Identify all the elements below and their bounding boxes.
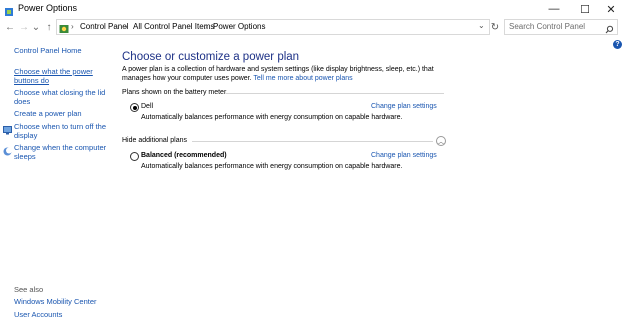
sidebar-item-label: Choose what closing the lid	[14, 88, 106, 97]
monitor-icon	[3, 122, 12, 135]
forward-button[interactable]: →	[18, 20, 30, 34]
title-bar	[0, 0, 624, 18]
help-button[interactable]: ?	[613, 40, 622, 49]
close-button[interactable]: ✕	[597, 0, 624, 18]
page-title: Choose or customize a power plan	[122, 51, 300, 63]
breadcrumb-all-items[interactable]: All Control Panel Items	[133, 22, 214, 31]
plan-dell-name[interactable]: Dell	[141, 103, 153, 110]
maximize-button[interactable]: ☐	[571, 0, 599, 18]
collapse-chevron-icon[interactable]: ︿	[436, 136, 446, 146]
hide-plans-label[interactable]: Hide additional plans	[122, 137, 187, 144]
address-dropdown-icon[interactable]: ⌄	[478, 21, 485, 30]
sidebar-item-closing-lid[interactable]: Choose what closing the lid does	[14, 88, 105, 106]
recent-locations-button[interactable]: ⌄	[30, 20, 42, 34]
breadcrumb-separator: ›	[205, 22, 208, 31]
sidebar-item-label: Change when the computer	[14, 143, 107, 152]
search-icon[interactable]	[605, 21, 614, 34]
sidebar-item-power-buttons[interactable]: Choose what the power buttons do	[14, 67, 93, 85]
plan-dell-radio[interactable]	[130, 103, 139, 112]
sidebar-item-label: Create a power plan	[14, 109, 82, 118]
sidebar-item-create-plan[interactable]: Create a power plan	[14, 109, 82, 118]
plan-dell-change-settings-link[interactable]: Change plan settings	[371, 103, 437, 110]
sidebar-item-computer-sleeps[interactable]: Change when the computer sleeps	[14, 143, 106, 161]
sidebar-item-label: does	[14, 97, 31, 106]
sleep-icon	[3, 143, 12, 156]
minimize-button[interactable]: —	[540, 0, 568, 18]
up-button[interactable]: ↑	[43, 20, 55, 34]
sidebar-item-label: sleeps	[14, 152, 36, 161]
see-also-title: See also	[14, 285, 44, 294]
window-title: Power Options	[18, 3, 78, 13]
breadcrumb-power-options[interactable]: Power Options	[213, 22, 265, 31]
divider	[192, 141, 433, 142]
breadcrumb-separator: ›	[125, 22, 128, 31]
control-panel-icon	[59, 21, 69, 33]
refresh-button[interactable]: ↻	[489, 19, 501, 35]
plan-balanced-description: Automatically balances performance with …	[141, 163, 403, 170]
plan-dell-description: Automatically balances performance with …	[141, 114, 403, 121]
windows-mobility-center-link[interactable]: Windows Mobility Center	[14, 297, 97, 306]
sidebar-item-label: Choose when to turn off the	[14, 122, 107, 131]
tell-me-more-link[interactable]: Tell me more about power plans	[253, 75, 352, 82]
search-placeholder: Search Control Panel	[509, 22, 586, 31]
sidebar-item-label: Choose what the power	[14, 67, 93, 76]
plans-section-label: Plans shown on the battery meter	[122, 89, 227, 96]
control-panel-home-link[interactable]: Control Panel Home	[14, 46, 82, 55]
breadcrumb-separator: ›	[71, 22, 74, 31]
power-options-icon	[4, 4, 14, 16]
plan-balanced-radio[interactable]	[130, 152, 139, 161]
page-description: A power plan is a collection of hardware…	[122, 66, 452, 83]
back-button[interactable]: ←	[4, 20, 16, 34]
sidebar-item-label: buttons do	[14, 76, 50, 85]
sidebar-item-label: display	[14, 131, 38, 140]
divider	[226, 93, 444, 94]
plan-balanced-change-settings-link[interactable]: Change plan settings	[371, 152, 437, 159]
breadcrumb-control-panel[interactable]: Control Panel	[80, 22, 128, 31]
user-accounts-link[interactable]: User Accounts	[14, 310, 62, 319]
plan-balanced-name[interactable]: Balanced (recommended)	[141, 152, 227, 159]
sidebar-item-turn-off-display[interactable]: Choose when to turn off the display	[14, 122, 106, 140]
